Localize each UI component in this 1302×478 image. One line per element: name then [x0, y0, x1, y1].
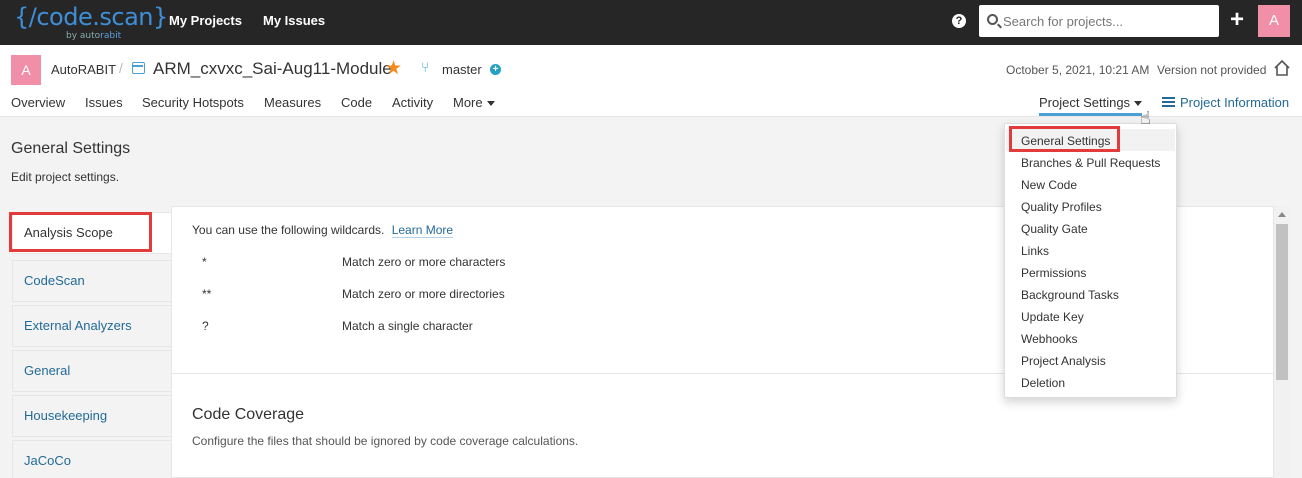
tab-more[interactable]: More	[453, 95, 495, 110]
user-avatar[interactable]: A	[1258, 5, 1290, 37]
logo-text: {/code.scan}	[14, 3, 168, 31]
analysis-date: October 5, 2021, 10:21 AM	[1006, 63, 1150, 77]
wildcard-symbol: **	[202, 287, 212, 301]
active-tab-indicator	[1039, 113, 1142, 116]
nav-my-projects[interactable]: My Projects	[169, 13, 242, 28]
home-icon[interactable]	[1273, 59, 1291, 77]
wildcard-symbol: *	[202, 255, 207, 269]
highlight-box-analysis-scope	[9, 212, 152, 252]
chevron-down-icon	[486, 101, 495, 107]
project-header: A AutoRABIT / ARM_cxvxc_Sai-Aug11-Module…	[0, 45, 1302, 117]
tab-code[interactable]: Code	[341, 95, 372, 110]
sidebar-item-jacoco[interactable]: JaCoCo	[12, 440, 172, 478]
tab-project-settings[interactable]: Project Settings	[1039, 95, 1143, 110]
menu-item-new-code[interactable]: New Code	[1021, 178, 1077, 192]
wildcard-row: * Match zero or more characters	[202, 255, 505, 269]
wildcard-description: Match zero or more directories	[342, 287, 505, 301]
tab-security-hotspots[interactable]: Security Hotspots	[142, 95, 244, 110]
tab-activity[interactable]: Activity	[392, 95, 433, 110]
wildcard-row: ? Match a single character	[202, 319, 473, 333]
top-navbar: {/code.scan} by autorabit My Projects My…	[0, 0, 1302, 45]
tab-project-settings-label: Project Settings	[1039, 95, 1131, 110]
menu-item-webhooks[interactable]: Webhooks	[1021, 332, 1077, 346]
menu-item-project-analysis[interactable]: Project Analysis	[1021, 354, 1106, 368]
menu-item-quality-gate[interactable]: Quality Gate	[1021, 222, 1088, 236]
search-icon	[987, 14, 998, 25]
favorite-star-icon[interactable]: ★	[385, 57, 402, 80]
wildcards-intro-text: You can use the following wildcards.	[192, 223, 385, 237]
highlight-box-general-settings	[1009, 126, 1120, 152]
wildcard-description: Match a single character	[342, 319, 473, 333]
sidebar-item-external-analyzers[interactable]: External Analyzers	[12, 305, 172, 347]
menu-item-links[interactable]: Links	[1021, 244, 1049, 258]
search-input[interactable]	[1003, 5, 1213, 37]
project-icon	[132, 62, 145, 74]
search-box	[979, 5, 1219, 37]
tab-overview[interactable]: Overview	[11, 95, 65, 110]
help-icon[interactable]: ?	[952, 14, 966, 28]
wildcard-row: ** Match zero or more directories	[202, 287, 505, 301]
sidebar-item-general[interactable]: General	[12, 350, 172, 392]
project-version: Version not provided	[1157, 63, 1267, 77]
menu-item-deletion[interactable]: Deletion	[1021, 376, 1065, 390]
page-description: Edit project settings.	[11, 170, 120, 184]
menu-item-update-key[interactable]: Update Key	[1021, 310, 1084, 324]
tab-measures[interactable]: Measures	[264, 95, 321, 110]
logo-subtitle: by autorabit	[66, 31, 122, 41]
branch-add-icon[interactable]: +	[490, 64, 501, 75]
content-scrollbar[interactable]	[1274, 206, 1290, 478]
sidebar-item-codescan[interactable]: CodeScan	[12, 260, 172, 302]
organization-link[interactable]: AutoRABIT	[51, 62, 116, 77]
hand-cursor-icon: ☝	[1140, 108, 1151, 128]
sidebar-item-housekeeping[interactable]: Housekeeping	[12, 395, 172, 437]
create-plus-icon[interactable]: +	[1230, 8, 1244, 32]
breadcrumb-separator: /	[119, 60, 123, 76]
project-name[interactable]: ARM_cxvxc_Sai-Aug11-Module	[153, 59, 392, 79]
nav-my-issues[interactable]: My Issues	[263, 13, 325, 28]
tab-issues[interactable]: Issues	[85, 95, 123, 110]
tab-project-information-label: Project Information	[1180, 95, 1290, 110]
scroll-up-arrow-icon[interactable]	[1278, 212, 1286, 217]
branch-icon: ⑂	[421, 59, 430, 75]
wildcards-intro: You can use the following wildcards. Lea…	[192, 223, 454, 238]
wildcard-symbol: ?	[202, 319, 209, 333]
branch-name[interactable]: master	[442, 62, 482, 77]
chevron-down-icon	[1134, 101, 1143, 107]
menu-item-quality-profiles[interactable]: Quality Profiles	[1021, 200, 1102, 214]
codescan-logo[interactable]: {/code.scan} by autorabit	[14, 3, 168, 41]
organization-avatar[interactable]: A	[11, 55, 41, 85]
learn-more-link[interactable]: Learn More	[391, 223, 454, 238]
scrollbar-thumb[interactable]	[1276, 224, 1288, 380]
tab-more-label: More	[453, 95, 483, 110]
code-coverage-description: Configure the files that should be ignor…	[192, 434, 579, 448]
code-coverage-title: Code Coverage	[192, 406, 305, 423]
menu-item-background-tasks[interactable]: Background Tasks	[1021, 288, 1119, 302]
wildcard-description: Match zero or more characters	[342, 255, 506, 269]
list-icon	[1162, 97, 1175, 108]
menu-item-permissions[interactable]: Permissions	[1021, 266, 1086, 280]
project-settings-menu: General Settings Branches & Pull Request…	[1004, 123, 1177, 398]
page-title: General Settings	[11, 140, 131, 157]
tab-project-information[interactable]: Project Information	[1162, 95, 1289, 110]
menu-item-branches[interactable]: Branches & Pull Requests	[1021, 156, 1160, 170]
